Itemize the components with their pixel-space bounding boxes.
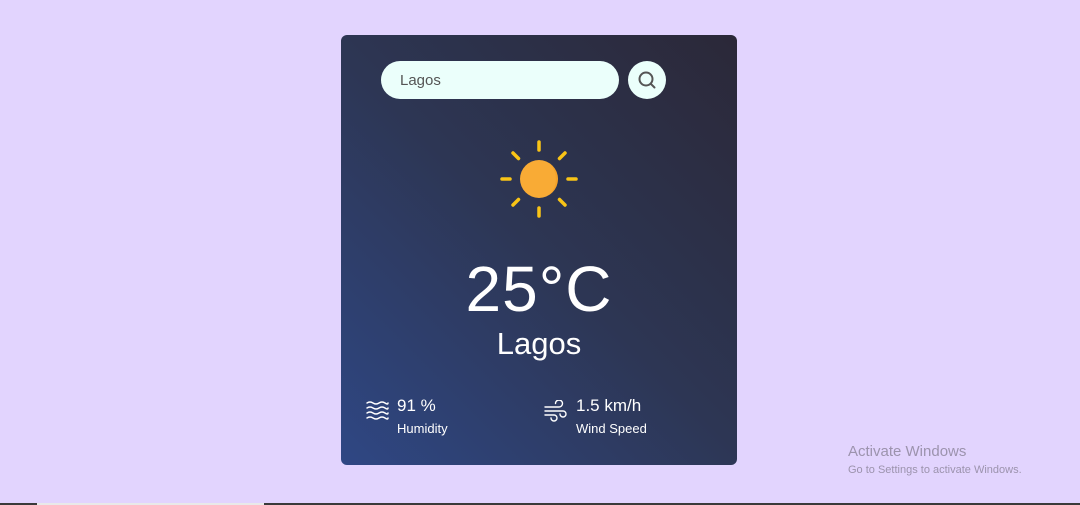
activate-windows-watermark: Activate Windows Go to Settings to activ… (848, 443, 1022, 477)
search-button[interactable] (628, 61, 666, 99)
humidity-value: 91 % (397, 396, 436, 415)
waves-icon (366, 401, 389, 420)
wind-detail: 1.5 km/h Wind Speed (544, 396, 647, 437)
city-search-input[interactable] (381, 61, 619, 99)
humidity-label: Humidity (397, 421, 448, 436)
search-icon (638, 71, 656, 89)
wind-icon (544, 400, 567, 422)
search-bar (381, 61, 666, 99)
watermark-subtitle: Go to Settings to activate Windows. (848, 464, 1022, 476)
wind-value: 1.5 km/h (576, 396, 642, 415)
temperature: 25°C (465, 253, 613, 325)
watermark-title: Activate Windows (848, 443, 967, 460)
humidity-text: 91 % Humidity (397, 396, 448, 437)
wind-label: Wind Speed (576, 421, 647, 436)
humidity-detail: 91 % Humidity (365, 396, 448, 437)
city-name: Lagos (496, 326, 582, 361)
sun-icon (500, 140, 578, 218)
wind-text: 1.5 km/h Wind Speed (576, 396, 647, 437)
weather-card: 25°C Lagos 91 % Humidity 1.5 km/h Win (341, 35, 737, 465)
